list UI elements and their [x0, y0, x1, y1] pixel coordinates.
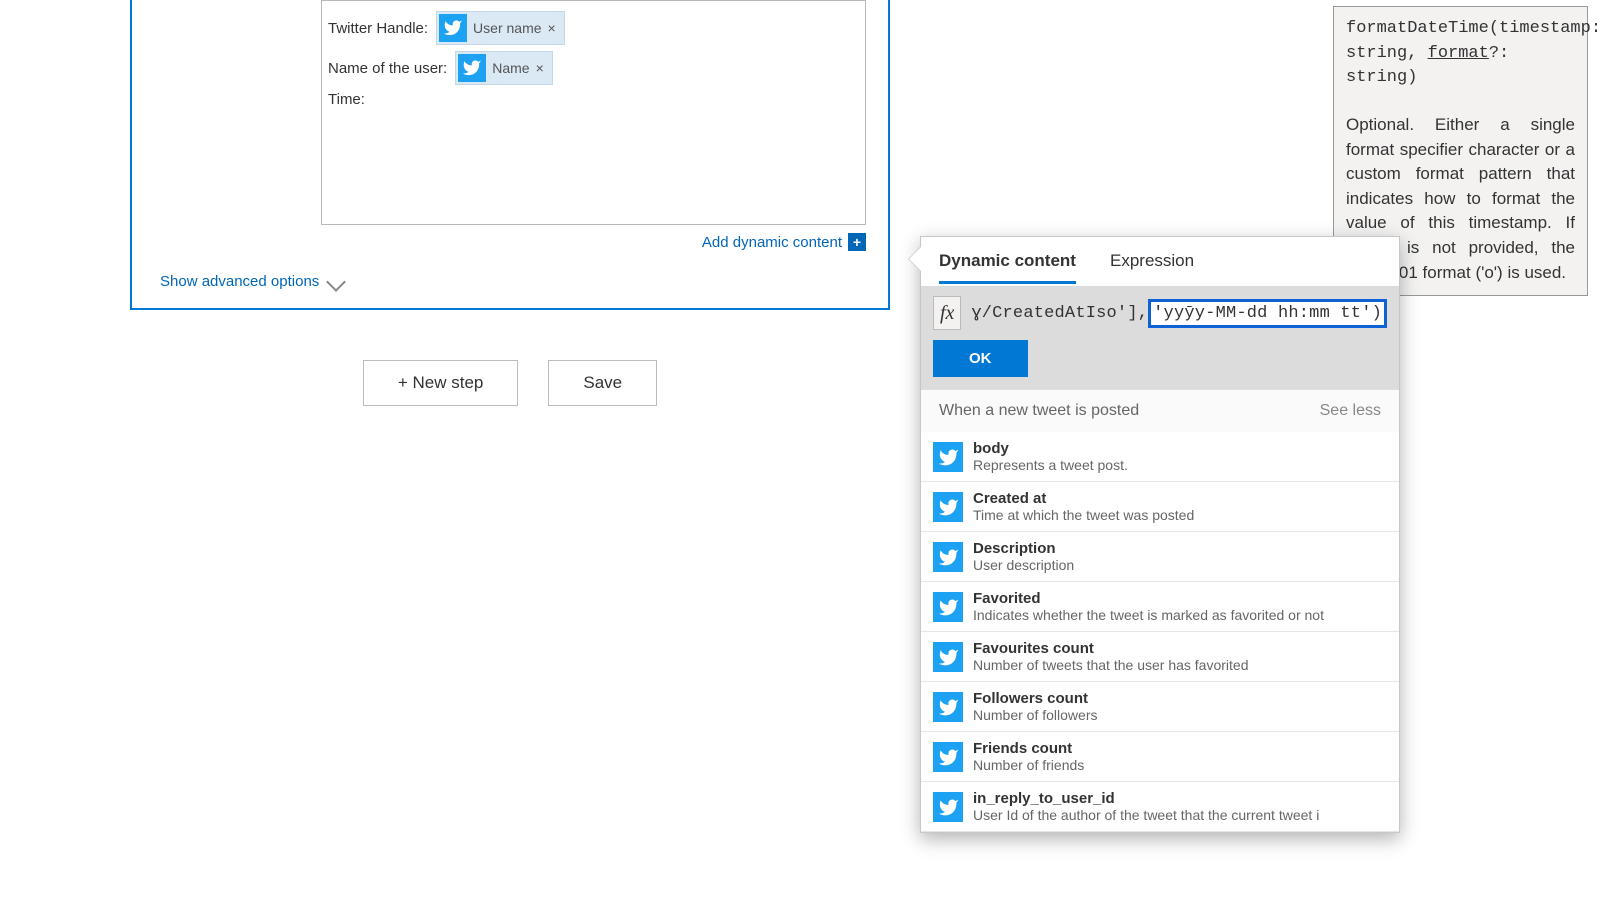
twitter-icon [933, 592, 963, 622]
dynamic-content-list[interactable]: bodyRepresents a tweet post.Created atTi… [921, 432, 1399, 832]
item-name: Followers count [973, 690, 1098, 707]
twitter-icon [933, 642, 963, 672]
group-header: When a new tweet is posted See less [921, 389, 1399, 432]
step-buttons: + New step Save [130, 360, 890, 406]
item-name: Description [973, 540, 1074, 557]
item-desc: Represents a tweet post. [973, 457, 1128, 473]
see-less-link[interactable]: See less [1320, 402, 1381, 420]
item-name: Created at [973, 490, 1194, 507]
item-name: in_reply_to_user_id [973, 790, 1319, 807]
item-name: Favourites count [973, 640, 1248, 657]
signature-text: formatDateTime(timestamp: string, format… [1346, 17, 1575, 91]
twitter-icon [933, 492, 963, 522]
list-item[interactable]: in_reply_to_user_idUser Id of the author… [921, 782, 1399, 832]
remove-icon[interactable]: × [536, 60, 544, 76]
field-name-of-user: Name of the user: Name × [328, 51, 859, 85]
twitter-icon [933, 742, 963, 772]
item-desc: Number of friends [973, 757, 1084, 773]
chevron-down-icon [326, 272, 346, 292]
list-item[interactable]: Favourites countNumber of tweets that th… [921, 632, 1399, 682]
dynamic-content-panel: Dynamic content Expression fx ɣ/CreatedA… [920, 236, 1400, 833]
item-desc: Indicates whether the tweet is marked as… [973, 607, 1324, 623]
sig-arg: format [1428, 44, 1489, 63]
new-step-button[interactable]: + New step [363, 360, 519, 406]
token-name[interactable]: Name × [455, 51, 553, 85]
add-dynamic-content-link[interactable]: Add dynamic content [702, 234, 842, 251]
twitter-icon [439, 14, 467, 42]
list-item[interactable]: FavoritedIndicates whether the tweet is … [921, 582, 1399, 632]
action-card: Twitter Handle: User name × Name of the … [130, 0, 890, 310]
expr-left: ɣ/CreatedAtIso'], [971, 304, 1148, 323]
twitter-icon [933, 792, 963, 822]
item-desc: Number of tweets that the user has favor… [973, 657, 1248, 673]
advanced-label: Show advanced options [160, 273, 319, 290]
tabs: Dynamic content Expression [921, 237, 1399, 284]
list-item[interactable]: bodyRepresents a tweet post. [921, 432, 1399, 482]
remove-icon[interactable]: × [548, 20, 556, 36]
twitter-icon [933, 542, 963, 572]
ok-button[interactable]: OK [933, 340, 1028, 377]
item-name: Friends count [973, 740, 1084, 757]
panel-pointer [909, 247, 921, 271]
item-desc: User Id of the author of the tweet that … [973, 807, 1319, 823]
field-time: Time: [328, 91, 859, 108]
list-item[interactable]: DescriptionUser description [921, 532, 1399, 582]
group-title: When a new tweet is posted [939, 402, 1139, 420]
item-desc: User description [973, 557, 1074, 573]
item-name: Favorited [973, 590, 1324, 607]
item-desc: Number of followers [973, 707, 1098, 723]
item-name: body [973, 440, 1128, 457]
save-button[interactable]: Save [548, 360, 657, 406]
expr-highlight: 'yyȳy-MM-dd hh:mm tt') [1148, 299, 1387, 328]
token-text: Name [492, 60, 529, 76]
fx-icon: fx [933, 296, 961, 330]
expression-input[interactable]: ɣ/CreatedAtIso'], 'yyȳy-MM-dd hh:mm tt') [971, 299, 1387, 328]
token-text: User name [473, 20, 541, 36]
twitter-icon [458, 54, 486, 82]
item-desc: Time at which the tweet was posted [973, 507, 1194, 523]
message-editor[interactable]: Twitter Handle: User name × Name of the … [321, 0, 866, 225]
plus-icon[interactable]: + [848, 233, 866, 251]
twitter-icon [933, 692, 963, 722]
field-label: Name of the user: [328, 60, 447, 77]
list-item[interactable]: Followers countNumber of followers [921, 682, 1399, 732]
field-label: Time: [328, 91, 365, 108]
twitter-icon [933, 442, 963, 472]
field-label: Twitter Handle: [328, 20, 428, 37]
tab-dynamic-content[interactable]: Dynamic content [939, 251, 1076, 284]
field-twitter-handle: Twitter Handle: User name × [328, 11, 859, 45]
list-item[interactable]: Created atTime at which the tweet was po… [921, 482, 1399, 532]
tab-expression[interactable]: Expression [1110, 251, 1194, 284]
token-username[interactable]: User name × [436, 11, 565, 45]
show-advanced-options[interactable]: Show advanced options [160, 273, 343, 290]
list-item[interactable]: Friends countNumber of friends [921, 732, 1399, 782]
expression-bar: fx ɣ/CreatedAtIso'], 'yyȳy-MM-dd hh:mm t… [921, 286, 1399, 340]
